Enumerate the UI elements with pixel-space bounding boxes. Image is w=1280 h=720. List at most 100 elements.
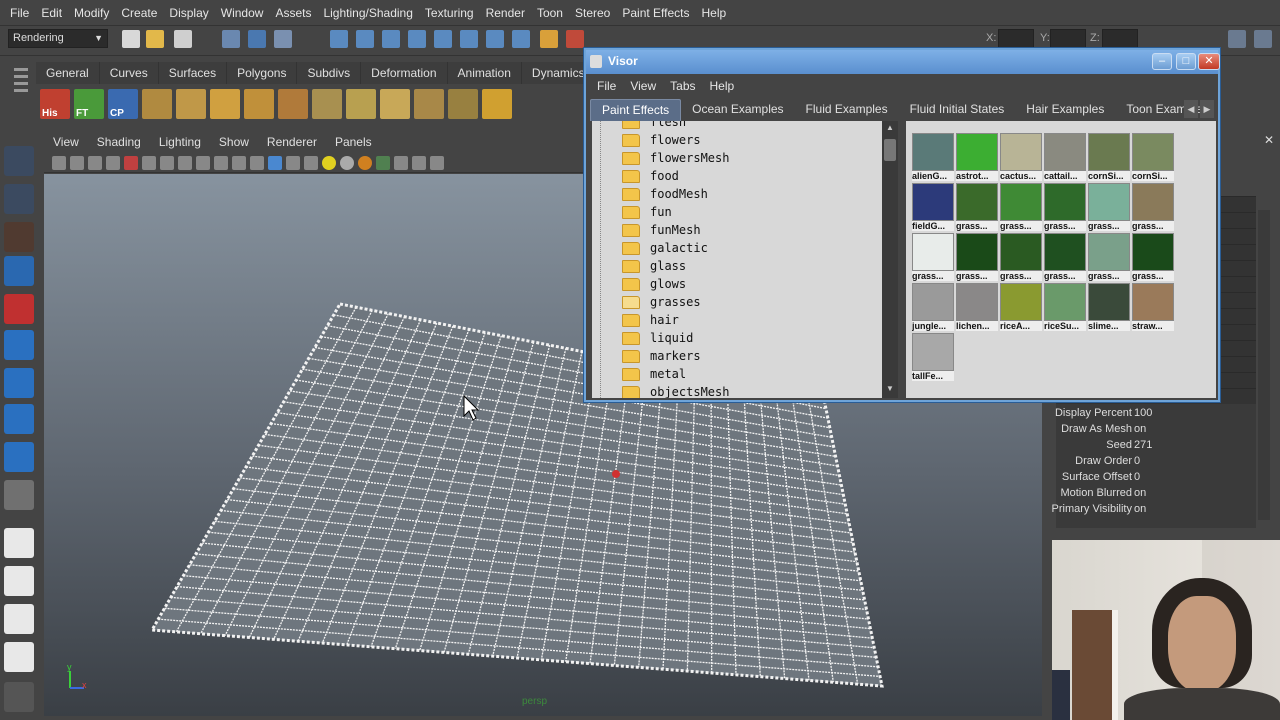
snap-grid-icon[interactable] bbox=[330, 30, 348, 48]
select-tool-icon[interactable] bbox=[4, 146, 34, 176]
smooth-shade-icon[interactable] bbox=[268, 155, 282, 170]
brush-thumbnail[interactable]: alienG... bbox=[912, 133, 954, 181]
folder-item[interactable]: foodMesh bbox=[622, 185, 708, 203]
folder-item[interactable]: flowersMesh bbox=[622, 149, 729, 167]
freeze-transform-shelf-button[interactable]: FT bbox=[74, 89, 104, 119]
maximize-button[interactable]: □ bbox=[1176, 53, 1196, 70]
panel-menu-view[interactable]: View bbox=[44, 135, 88, 149]
scale-tool-icon[interactable] bbox=[4, 330, 34, 360]
tab-hair-examples[interactable]: Hair Examples bbox=[1015, 99, 1115, 121]
menu-display[interactable]: Display bbox=[163, 0, 214, 26]
menu-stereo[interactable]: Stereo bbox=[569, 0, 616, 26]
snap-curve-icon[interactable] bbox=[356, 30, 374, 48]
menu-file[interactable]: File bbox=[4, 0, 35, 26]
attribute-row[interactable]: Draw As Mesh on bbox=[1056, 421, 1256, 437]
tab-ocean-examples[interactable]: Ocean Examples bbox=[681, 99, 794, 121]
close-icon[interactable]: ✕ bbox=[1264, 133, 1274, 147]
brush-thumbnail[interactable]: grass... bbox=[1088, 183, 1130, 231]
scroll-thumb[interactable] bbox=[884, 139, 896, 161]
brush-thumbnail[interactable]: grass... bbox=[912, 233, 954, 281]
folder-scrollbar[interactable]: ▲ ▼ bbox=[882, 121, 898, 398]
menu-assets[interactable]: Assets bbox=[269, 0, 317, 26]
close-button[interactable]: ✕ bbox=[1198, 53, 1220, 70]
visor-title-bar[interactable]: Visor – □ ✕ bbox=[586, 50, 1220, 74]
minimize-button[interactable]: – bbox=[1152, 53, 1172, 70]
attribute-row[interactable]: Primary Visibility on bbox=[1052, 501, 1256, 517]
brush-thumbnail[interactable]: cactus... bbox=[1000, 133, 1042, 181]
y-field[interactable] bbox=[1050, 29, 1086, 48]
xray-joints-icon[interactable] bbox=[412, 155, 426, 170]
tab-fluid-examples[interactable]: Fluid Examples bbox=[795, 99, 899, 121]
attribute-row[interactable]: Display Percent 100 bbox=[1055, 405, 1256, 421]
grid-icon[interactable] bbox=[142, 155, 156, 170]
menu-lighting-shading[interactable]: Lighting/Shading bbox=[317, 0, 418, 26]
attribute-row[interactable]: Seed 271 bbox=[1056, 437, 1256, 453]
folder-item[interactable]: glass bbox=[622, 257, 686, 275]
folder-item[interactable]: glows bbox=[622, 275, 686, 293]
brush-thumbnail[interactable]: lichen... bbox=[956, 283, 998, 331]
x-field[interactable] bbox=[998, 29, 1034, 48]
brush-thumbnail[interactable]: straw... bbox=[1132, 283, 1174, 331]
menu-toon[interactable]: Toon bbox=[531, 0, 569, 26]
shelf-tab-subdivs[interactable]: Subdivs bbox=[297, 62, 362, 84]
shelf-tool-1-icon[interactable] bbox=[142, 89, 172, 119]
folder-item[interactable]: objectsMesh bbox=[622, 383, 729, 398]
shelf-tool-8-icon[interactable] bbox=[380, 89, 410, 119]
brush-thumbnail[interactable]: grass... bbox=[1132, 183, 1174, 231]
scroll-up-icon[interactable]: ▲ bbox=[884, 123, 896, 135]
panel-menu-panels[interactable]: Panels bbox=[326, 135, 381, 149]
folder-item[interactable]: food bbox=[622, 167, 679, 185]
soft-modification-icon[interactable] bbox=[4, 404, 34, 434]
brush-thumbnail[interactable]: riceA... bbox=[1000, 283, 1042, 331]
visor-menu-file[interactable]: File bbox=[590, 79, 623, 93]
chevron-right-icon[interactable]: ▶ bbox=[1200, 100, 1214, 118]
lock-icon[interactable] bbox=[540, 30, 558, 48]
attribute-value[interactable]: 0 bbox=[1132, 469, 1140, 485]
attribute-row[interactable]: Surface Offset 0 bbox=[1056, 469, 1256, 485]
attribute-row[interactable]: Motion Blurred on bbox=[1056, 485, 1256, 501]
tab-paint-effects[interactable]: Paint Effects bbox=[590, 99, 682, 121]
folder-item[interactable]: metal bbox=[622, 365, 686, 383]
select-hierarchy-icon[interactable] bbox=[222, 30, 240, 48]
shelf-tool-9-icon[interactable] bbox=[414, 89, 444, 119]
menu-create[interactable]: Create bbox=[115, 0, 163, 26]
shelf-tool-3-icon[interactable] bbox=[210, 89, 240, 119]
channel-box-toggle-icon[interactable] bbox=[1228, 30, 1246, 48]
brush-thumbnail[interactable]: grass... bbox=[1088, 233, 1130, 281]
folder-item[interactable]: funMesh bbox=[622, 221, 701, 239]
z-field[interactable] bbox=[1102, 29, 1138, 48]
rotate-tool-icon[interactable] bbox=[4, 294, 34, 324]
brush-thumbnail[interactable]: tallFe... bbox=[912, 333, 954, 381]
attribute-value[interactable]: on bbox=[1132, 421, 1146, 437]
persp-graph-layout-icon[interactable] bbox=[4, 642, 34, 672]
attribute-row[interactable]: Draw Order 0 bbox=[1056, 453, 1256, 469]
lasso-tool-icon[interactable] bbox=[4, 184, 34, 214]
folder-item[interactable]: fun bbox=[622, 203, 672, 221]
four-view-layout-icon[interactable] bbox=[4, 566, 34, 596]
folder-item[interactable]: flowers bbox=[622, 131, 701, 149]
folder-item[interactable]: liquid bbox=[622, 329, 693, 347]
shelf-tool-10-icon[interactable] bbox=[448, 89, 478, 119]
shelf-tab-general[interactable]: General bbox=[36, 62, 100, 84]
shelf-tool-6-icon[interactable] bbox=[312, 89, 342, 119]
grease-pencil-icon[interactable] bbox=[124, 155, 138, 170]
xray-icon[interactable] bbox=[394, 155, 408, 170]
lights-icon[interactable] bbox=[322, 155, 336, 170]
menu-window[interactable]: Window bbox=[215, 0, 270, 26]
brush-thumbnail[interactable]: grass... bbox=[1000, 183, 1042, 231]
folder-item[interactable]: flesh bbox=[622, 121, 686, 131]
folder-item-selected[interactable]: grasses bbox=[622, 293, 701, 311]
paint-effects-tool-icon[interactable] bbox=[4, 480, 34, 510]
isolate-select-icon[interactable] bbox=[376, 155, 390, 170]
scroll-down-icon[interactable]: ▼ bbox=[884, 384, 896, 396]
shelf-tool-7-icon[interactable] bbox=[346, 89, 376, 119]
select-component-icon[interactable] bbox=[274, 30, 292, 48]
panel-menu-show[interactable]: Show bbox=[210, 135, 258, 149]
universal-manipulator-icon[interactable] bbox=[4, 368, 34, 398]
menu-texturing[interactable]: Texturing bbox=[419, 0, 480, 26]
menu-help[interactable]: Help bbox=[696, 0, 733, 26]
brush-thumbnail[interactable]: grass... bbox=[1044, 183, 1086, 231]
snap-point-icon[interactable] bbox=[382, 30, 400, 48]
show-manipulator-icon[interactable] bbox=[4, 442, 34, 472]
menu-render[interactable]: Render bbox=[480, 0, 531, 26]
